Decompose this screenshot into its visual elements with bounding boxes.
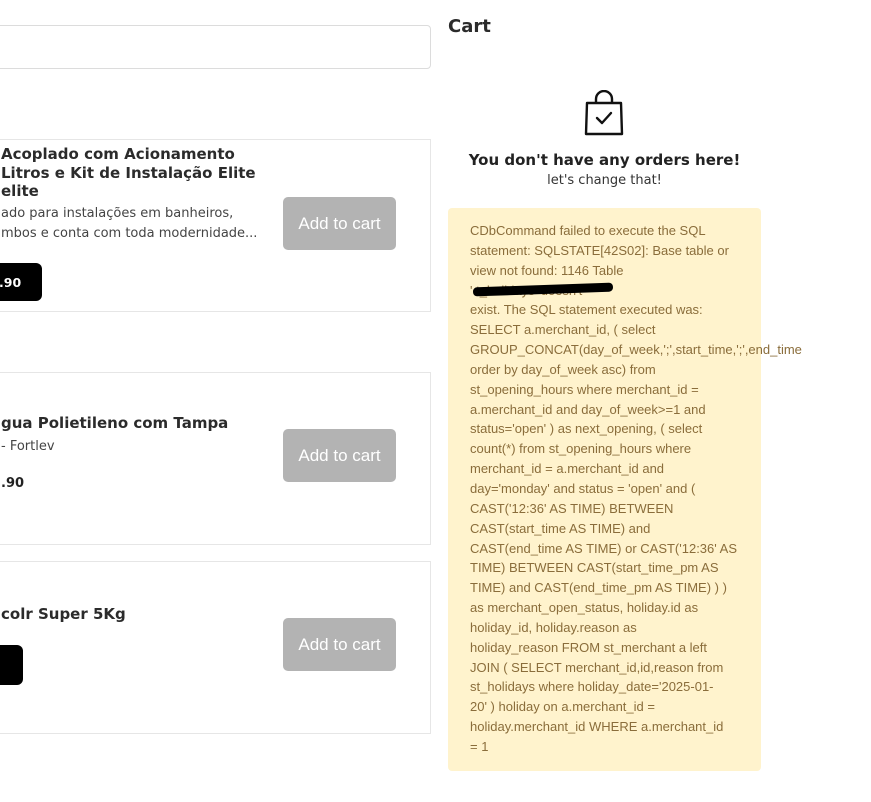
error-line: st_opening_hours where merchant_id = <box>470 381 699 397</box>
add-to-cart-button[interactable]: Add to cart <box>283 618 396 671</box>
error-line: a.merchant_id and day_of_week>=1 and <box>470 401 706 417</box>
error-line: CAST('12:36' AS TIME) BETWEEN <box>470 500 674 516</box>
error-line: holiday.merchant_id WHERE a.merchant_id <box>470 719 724 735</box>
product-title-line: colr Super 5Kg <box>1 605 126 623</box>
product-card: Acoplado com Acionamento Litros e Kit de… <box>0 139 431 312</box>
product-brand: - Fortlev <box>1 439 55 454</box>
error-line: day='monday' and status = 'open' and ( <box>470 480 696 496</box>
product-title-line: gua Polietileno com Tampa <box>1 414 229 432</box>
error-line: CDbCommand failed to execute the SQL <box>470 223 706 238</box>
error-line: st_holidays where holiday_date='2025-01- <box>470 679 714 695</box>
error-line: holiday_reason FROM st_merchant a left <box>470 639 707 655</box>
error-line: view not found: 1146 Table <box>470 262 624 278</box>
product-title-line: Acoplado com Acionamento <box>1 145 235 163</box>
price-badge <box>0 645 23 685</box>
product-title-line: elite <box>1 182 39 200</box>
error-line: 20' ) holiday on a.merchant_id = <box>470 699 655 715</box>
error-line: CAST(end_time AS TIME) or CAST('12:36' A… <box>470 540 737 556</box>
error-line: GROUP_CONCAT(day_of_week,';',start_time,… <box>470 342 802 358</box>
search-input[interactable] <box>0 25 431 69</box>
error-line: SELECT a.merchant_id, ( select <box>470 322 656 338</box>
empty-cart-title: You don't have any orders here! <box>468 151 741 169</box>
error-line: status='open' ) as next_opening, ( selec… <box>470 421 703 437</box>
error-line: order by day_of_week asc) from <box>470 361 656 377</box>
add-to-cart-button[interactable]: Add to cart <box>283 197 396 250</box>
price-value: .90 <box>0 274 22 290</box>
product-title: Acoplado com Acionamento Litros e Kit de… <box>1 145 256 201</box>
error-line: CAST(start_time AS TIME) and <box>470 520 651 536</box>
product-description: ado para instalações em banheiros, mbos … <box>1 204 257 243</box>
error-line: JOIN ( SELECT merchant_id,id,reason from <box>470 659 724 675</box>
error-message: CDbCommand failed to execute the SQL sta… <box>470 221 802 757</box>
product-title: colr Super 5Kg <box>1 605 126 624</box>
product-title: gua Polietileno com Tampa <box>1 414 228 433</box>
add-to-cart-button[interactable]: Add to cart <box>283 429 396 482</box>
error-line: TIME) and CAST(end_time_pm AS TIME) ) ) <box>470 580 727 596</box>
error-line: = 1 <box>470 738 489 754</box>
error-line: statement: SQLSTATE[42S02]: Base table o… <box>470 242 729 258</box>
product-title-line: Litros e Kit de Instalação Elite <box>1 163 256 182</box>
error-line: as merchant_open_status, holiday.id as <box>470 600 699 616</box>
error-line: TIME) BETWEEN CAST(start_time_pm AS <box>470 560 719 576</box>
product-description-line: mbos e conta com toda modernidade... <box>1 225 258 241</box>
price-badge: .90 <box>0 263 42 301</box>
product-card: gua Polietileno com Tampa - Fortlev .90 … <box>0 372 431 545</box>
product-description-line: ado para instalações em banheiros, <box>1 206 234 221</box>
empty-cart-subtitle: let's change that! <box>547 173 662 188</box>
error-line: holiday_id, holiday.reason as <box>470 619 637 635</box>
error-line: merchant_id = a.merchant_id and <box>470 461 665 477</box>
error-line: count(*) from st_opening_hours where <box>470 441 692 457</box>
shopping-bag-check-icon <box>584 90 624 136</box>
error-line: exist. The SQL statement executed was: <box>470 302 703 318</box>
price-value: .90 <box>1 476 25 491</box>
product-card: colr Super 5Kg Add to cart <box>0 561 431 734</box>
cart-title: Cart <box>448 16 491 37</box>
